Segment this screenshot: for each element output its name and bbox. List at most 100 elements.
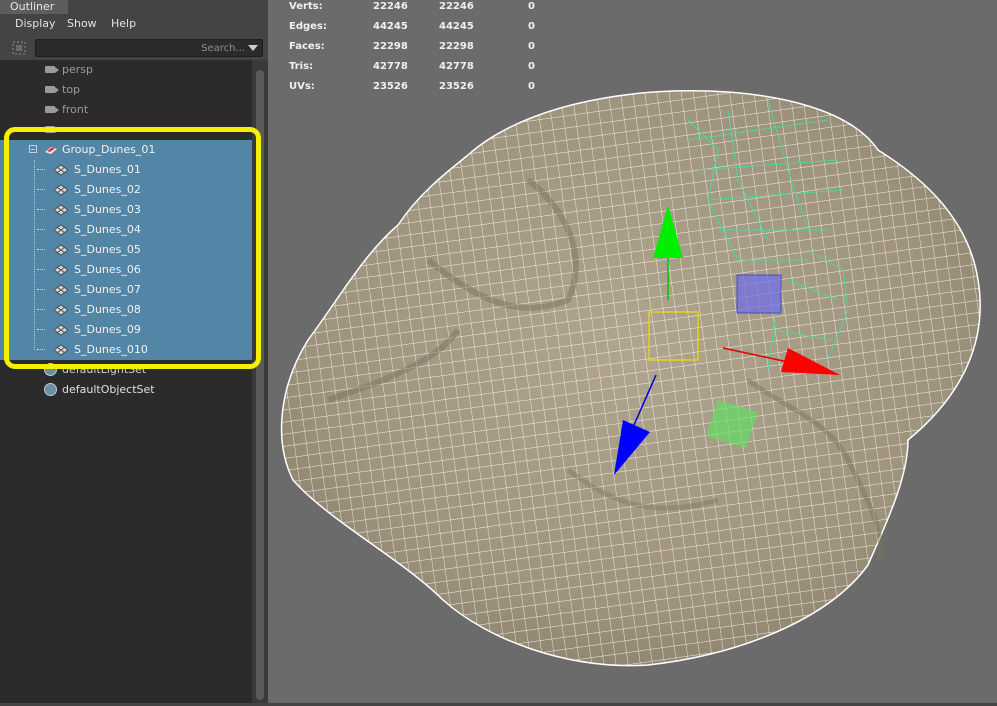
tree-item-label: defaultLightSet [62,363,147,376]
outliner-tree: persp top front Group_Dunes_01 S_Dunes_0… [0,60,252,703]
outliner-menubar: Display Show Help [0,14,268,34]
tree-item-label: S_Dunes_06 [74,263,141,276]
tree-item-label: S_Dunes_02 [74,183,141,196]
camera-icon [45,66,59,73]
tree-item-top[interactable]: top [0,80,252,100]
mesh-icon [53,324,69,336]
tree-item-set[interactable]: defaultLightSet [0,360,252,380]
hud-value: 0 [528,41,535,52]
tree-connector [37,349,45,351]
tree-item-mesh[interactable]: S_Dunes_01 [0,160,252,180]
mesh-icon [53,304,69,316]
hud-label: Tris: [289,61,314,72]
tree-item-front[interactable]: front [0,100,252,120]
hud-value: 22246 [439,1,474,12]
tree-item-mesh[interactable]: S_Dunes_06 [0,260,252,280]
tree-item-label: S_Dunes_09 [74,323,141,336]
mesh-icon [53,224,69,236]
tree-item-label: S_Dunes_03 [74,203,141,216]
outliner-title-tab[interactable]: Outliner [0,0,68,14]
hud-label: Faces: [289,41,325,52]
tree-item-label: persp [62,63,93,76]
tree-item-label: front [62,103,89,116]
mesh-icon [53,184,69,196]
tree-connector-line [34,160,36,350]
search-row [0,38,268,60]
tree-connector [37,309,45,311]
hud-label: UVs: [289,81,315,92]
camera-icon [45,126,59,133]
search-field [35,39,263,57]
hud-value: 23526 [439,81,474,92]
tree-item-label: S_Dunes_04 [74,223,141,236]
tree-connector [37,189,45,191]
tree-item-label: S_Dunes_01 [74,163,141,176]
hud-value: 22298 [439,41,474,52]
hud-value: 42778 [373,61,408,72]
tree-connector [37,329,45,331]
camera-icon [45,86,59,93]
tree-item-label: S_Dunes_07 [74,283,141,296]
outliner-scrollbar[interactable] [252,60,268,703]
tree-item-set[interactable]: defaultObjectSet [0,380,252,400]
tree-item-mesh[interactable]: S_Dunes_010 [0,340,252,360]
hud-value: 44245 [373,21,408,32]
scrollbar-thumb[interactable] [256,70,264,700]
3d-viewport[interactable] [268,0,997,703]
hud-value: 0 [528,1,535,12]
tree-connector [37,289,45,291]
camera-icon [45,106,59,113]
tree-item-side[interactable] [0,120,252,140]
collapse-toggle-icon[interactable] [29,145,37,153]
hud-value: 23526 [373,81,408,92]
tree-item-label: Group_Dunes_01 [62,143,156,156]
hud-label: Verts: [289,1,323,12]
set-icon [44,363,57,376]
tree-item-mesh[interactable]: S_Dunes_05 [0,240,252,260]
group-transform-icon [45,147,57,154]
tree-item-mesh[interactable]: S_Dunes_03 [0,200,252,220]
hud-value: 22246 [373,1,408,12]
mesh-icon [53,244,69,256]
poly-count-hud: Verts: 22246 22246 0 Edges: 44245 44245 … [289,0,589,100]
hud-value: 0 [528,81,535,92]
tree-item-mesh[interactable]: S_Dunes_08 [0,300,252,320]
tree-item-label: S_Dunes_08 [74,303,141,316]
tree-item-mesh[interactable]: S_Dunes_09 [0,320,252,340]
viewport-canvas[interactable] [268,0,997,703]
xy-plane-handle[interactable] [736,274,782,314]
hud-label: Edges: [289,21,327,32]
mesh-icon [53,264,69,276]
tree-item-label: S_Dunes_010 [74,343,148,356]
tree-connector [37,269,45,271]
tree-item-label: S_Dunes_05 [74,243,141,256]
outliner-panel: Outliner Display Show Help persp top fro… [0,0,268,703]
tree-connector [37,249,45,251]
tree-item-label: top [62,83,81,96]
hud-value: 42778 [439,61,474,72]
tree-item-mesh[interactable]: S_Dunes_02 [0,180,252,200]
hud-value: 44245 [439,21,474,32]
tree-item-mesh[interactable]: S_Dunes_07 [0,280,252,300]
tree-item-persp[interactable]: persp [0,60,252,80]
tree-connector [37,209,45,211]
menu-help[interactable]: Help [111,17,136,30]
tree-connector [37,169,45,171]
filter-icon[interactable] [12,41,26,55]
tree-connector [37,229,45,231]
tree-item-label: defaultObjectSet [62,383,155,396]
hud-value: 0 [528,21,535,32]
tree-item-group[interactable]: Group_Dunes_01 [0,140,252,160]
hud-value: 22298 [373,41,408,52]
mesh-icon [53,284,69,296]
search-dropdown-icon[interactable] [248,45,258,51]
tree-item-mesh[interactable]: S_Dunes_04 [0,220,252,240]
mesh-icon [53,164,69,176]
search-input[interactable] [36,40,249,56]
menu-display[interactable]: Display [15,17,56,30]
mesh-icon [53,344,69,356]
set-icon [44,383,57,396]
mesh-icon [53,204,69,216]
hud-value: 0 [528,61,535,72]
menu-show[interactable]: Show [67,17,97,30]
